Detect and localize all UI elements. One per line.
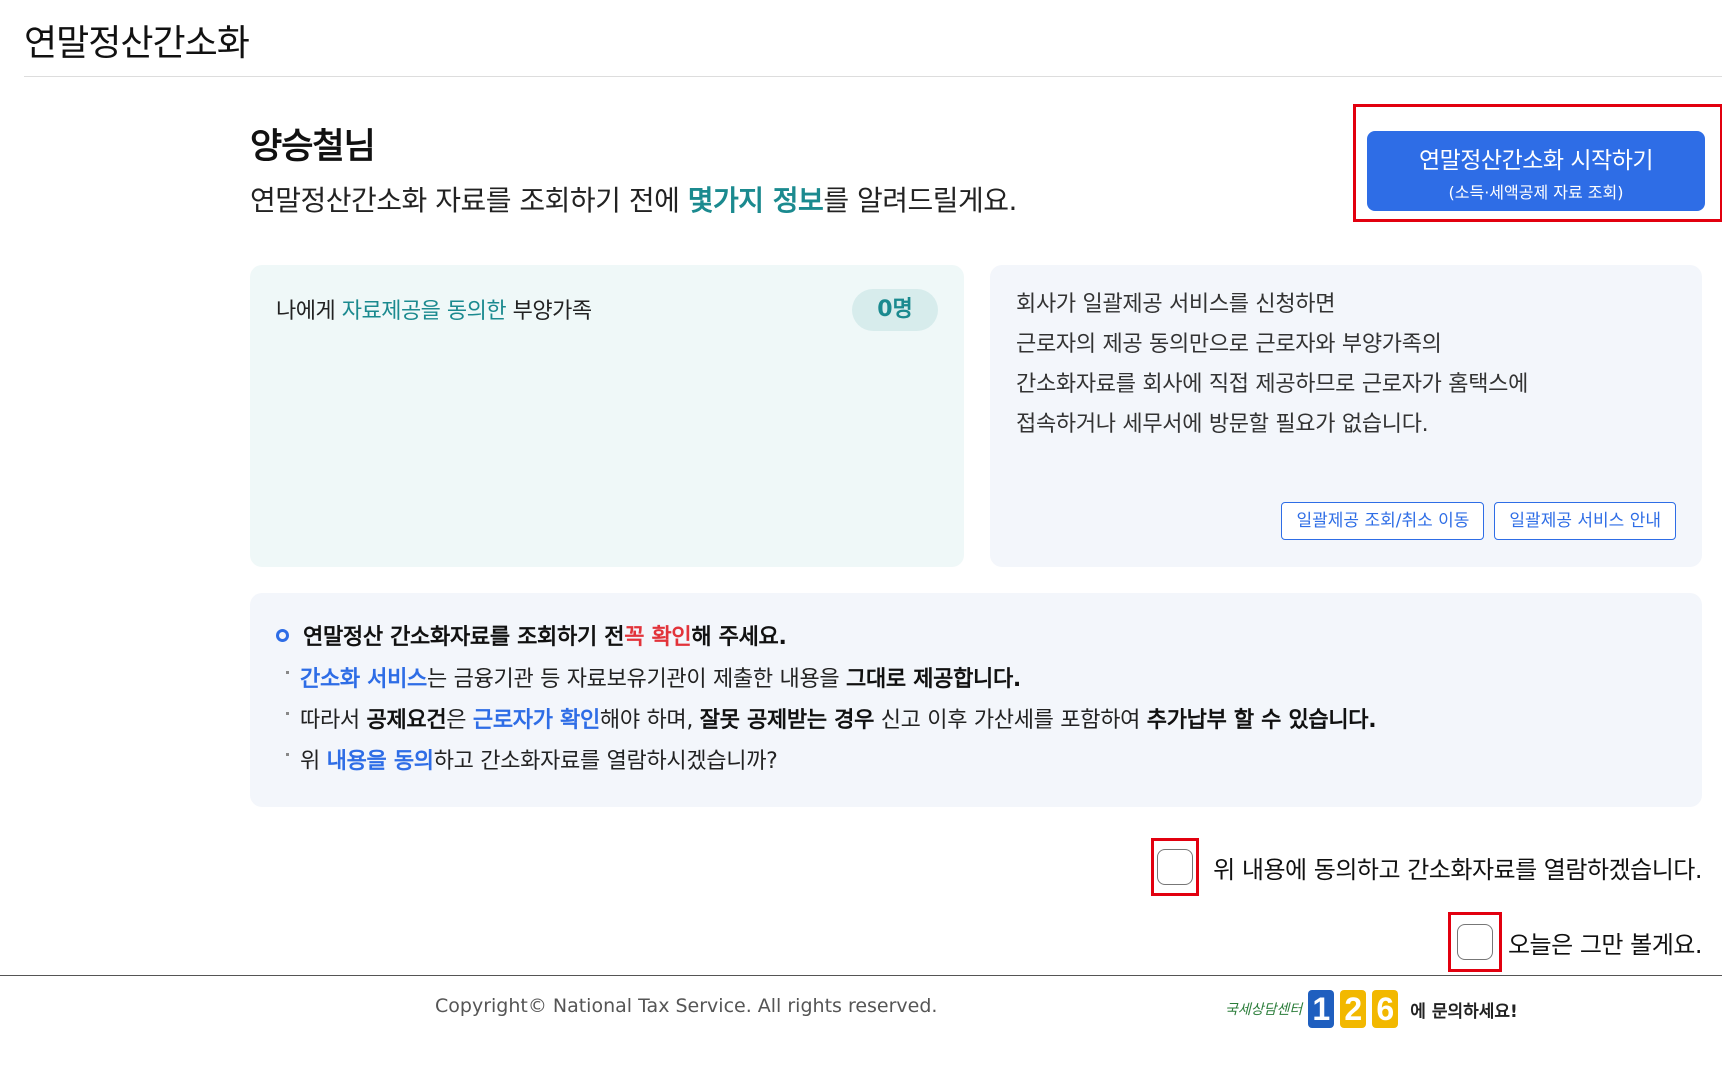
dependents-label-highlight: 자료제공을 동의한 <box>341 299 507 324</box>
notice-item-text: 따라서 <box>300 708 367 733</box>
dependents-label-start: 나에게 <box>276 299 342 324</box>
notice-item-bold: 추가납부 할 수 있습니다. <box>1146 708 1377 733</box>
start-button-label: 연말정산간소화 시작하기 <box>1418 148 1654 174</box>
start-simplified-service-button[interactable]: 연말정산간소화 시작하기 (소득·세액공제 자료 조회) <box>1367 131 1705 211</box>
agree-checkbox[interactable] <box>1157 849 1194 885</box>
notice-item-text: 신고 이후 가산세를 포함하여 <box>874 708 1147 733</box>
greeting-section: 양승철님 연말정산간소화 자료를 조회하기 전에 몇가지 정보를 알려드릴게요. <box>250 118 1017 219</box>
dismiss-today-label[interactable]: 오늘은 그만 볼게요. <box>1508 925 1703 960</box>
notice-item-text: 은 <box>446 708 473 733</box>
notice-item-text: 위 <box>300 749 327 774</box>
notice-title-end: 해 주세요. <box>691 625 787 650</box>
dependents-label: 나에게 자료제공을 동의한 부양가족 <box>276 293 592 325</box>
notice-item-blue: 내용을 동의 <box>326 749 434 774</box>
notice-item: 따라서 공제요건은 근로자가 확인해야 하며, 잘못 공제받는 경우 신고 이후… <box>286 700 1377 741</box>
batch-service-line: 접속하거나 세무서에 방문할 필요가 없습니다. <box>1016 412 1429 437</box>
consented-dependents-card: 나에게 자료제공을 동의한 부양가족 0명 <box>250 265 964 567</box>
contact-digit: 1 <box>1308 990 1335 1028</box>
start-button-sublabel: (소득·세액공제 자료 조회) <box>1448 183 1624 202</box>
circle-bullet-icon <box>276 628 289 642</box>
batch-service-line: 회사가 일괄제공 서비스를 신청하면 <box>1016 292 1336 317</box>
dismiss-checkbox-highlight <box>1447 912 1502 972</box>
footer-divider <box>0 975 1722 976</box>
contact-center-name: 국세상담센터 <box>1225 1002 1303 1018</box>
batch-service-description: 회사가 일괄제공 서비스를 신청하면 근로자의 제공 동의만으로 근로자와 부양… <box>1016 285 1528 445</box>
notice-item-bold: 그대로 제공합니다. <box>846 667 1021 692</box>
batch-service-card: 회사가 일괄제공 서비스를 신청하면 근로자의 제공 동의만으로 근로자와 부양… <box>990 265 1702 567</box>
copyright-text: Copyright© National Tax Service. All rig… <box>435 995 938 1017</box>
contact-center-banner: 국세상담센터 1 2 6 에 문의하세요! <box>1225 990 1518 1028</box>
notice-item-blue: 근로자가 확인 <box>472 708 600 733</box>
notice-title-highlight: 꼭 확인 <box>624 625 692 650</box>
notice-item-blue: 간소화 서비스 <box>300 667 427 692</box>
notice-item: 위 내용을 동의하고 간소화자료를 열람하시겠습니까? <box>286 741 1376 782</box>
dependents-count-badge: 0명 <box>852 289 938 331</box>
notice-title: 연말정산 간소화자료를 조회하기 전 꼭 확인 해 주세요. <box>276 619 787 651</box>
user-name: 양승철님 <box>250 127 376 167</box>
batch-service-line: 근로자의 제공 동의만으로 근로자와 부양가족의 <box>1016 332 1442 357</box>
notice-list: 간소화 서비스는 금융기관 등 자료보유기관이 제출한 내용을 그대로 제공합니… <box>286 659 1377 782</box>
contact-digit: 6 <box>1372 990 1399 1028</box>
intro-text: 연말정산간소화 자료를 조회하기 전에 몇가지 정보를 알려드릴게요. <box>250 179 1017 219</box>
notice-title-start: 연말정산 간소화자료를 조회하기 전 <box>303 625 625 650</box>
batch-service-buttons: 일괄제공 조회/취소 이동 일괄제공 서비스 안내 <box>1281 502 1676 540</box>
notice-item-text: 는 금융기관 등 자료보유기관이 제출한 내용을 <box>427 667 847 692</box>
intro-text-end: 를 알려드릴게요. <box>823 184 1017 217</box>
batch-lookup-cancel-button[interactable]: 일괄제공 조회/취소 이동 <box>1281 502 1485 540</box>
notice-item-bold: 공제요건 <box>366 708 447 733</box>
agree-label[interactable]: 위 내용에 동의하고 간소화자료를 열람하겠습니다. <box>1213 850 1702 885</box>
contact-suffix: 에 문의하세요! <box>1410 1001 1518 1022</box>
page-title: 연말정산간소화 <box>24 23 250 64</box>
notice-item: 간소화 서비스는 금융기관 등 자료보유기관이 제출한 내용을 그대로 제공합니… <box>286 659 1376 700</box>
notice-item-bold: 잘못 공제받는 경우 <box>699 708 875 733</box>
agree-row: 위 내용에 동의하고 간소화자료를 열람하겠습니다. <box>1151 838 1702 896</box>
title-divider <box>24 76 1722 77</box>
batch-service-guide-button[interactable]: 일괄제공 서비스 안내 <box>1494 502 1676 540</box>
dependents-label-end: 부양가족 <box>506 299 592 324</box>
notice-item-text: 하고 간소화자료를 열람하시겠습니까? <box>433 749 778 774</box>
batch-service-line: 간소화자료를 회사에 직접 제공하므로 근로자가 홈택스에 <box>1016 372 1529 397</box>
dismiss-today-checkbox[interactable] <box>1456 924 1493 960</box>
intro-text-start: 연말정산간소화 자료를 조회하기 전에 <box>250 184 688 217</box>
agree-checkbox-highlight <box>1151 838 1200 896</box>
dismiss-today-row: 오늘은 그만 볼게요. <box>1447 912 1703 972</box>
contact-digit: 2 <box>1340 990 1367 1028</box>
notice-card: 연말정산 간소화자료를 조회하기 전 꼭 확인 해 주세요. 간소화 서비스는 금… <box>250 593 1702 807</box>
intro-highlight: 몇가지 정보 <box>687 184 824 217</box>
notice-item-text: 해야 하며, <box>599 708 700 733</box>
